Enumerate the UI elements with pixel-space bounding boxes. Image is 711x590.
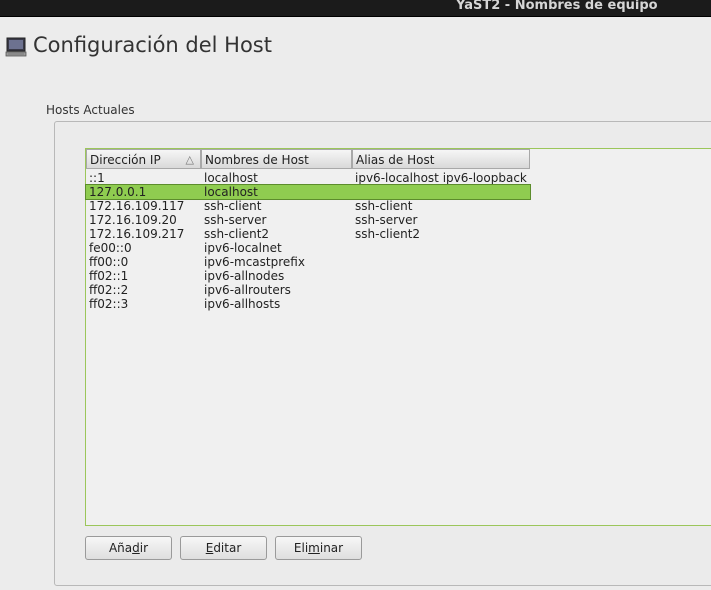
table-row[interactable]: ff02::2 ipv6-allrouters — [86, 283, 530, 297]
table-body: ::1 localhost ipv6-localhost ipv6-loopba… — [85, 171, 531, 311]
cell-alias: ssh-client — [355, 199, 413, 213]
column-header-ip[interactable]: Dirección IP △ — [86, 149, 201, 169]
column-header-alias[interactable]: Alias de Host — [352, 149, 530, 169]
cell-hostname: ipv6-mcastprefix — [204, 255, 305, 269]
table-row[interactable]: fe00::0 ipv6-localnet — [86, 241, 530, 255]
cell-ip: fe00::0 — [89, 241, 132, 255]
table-row[interactable]: ff00::0 ipv6-mcastprefix — [86, 255, 530, 269]
computer-monitor-icon — [5, 37, 27, 57]
edit-button[interactable]: Editar — [180, 536, 267, 560]
group-label: Hosts Actuales — [46, 103, 135, 117]
cell-hostname: ssh-client — [204, 199, 262, 213]
table-row[interactable]: 172.16.109.217 ssh-client2 ssh-client2 — [86, 227, 530, 241]
page-title: Configuración del Host — [33, 33, 272, 57]
delete-button[interactable]: Eliminar — [275, 536, 362, 560]
cell-ip: 172.16.109.20 — [89, 213, 177, 227]
cell-hostname: ssh-server — [204, 213, 267, 227]
table-row-selected[interactable]: 127.0.0.1 localhost — [85, 184, 531, 200]
table-header: Dirección IP △ Nombres de Host Alias de … — [86, 149, 530, 170]
cell-ip: 127.0.0.1 — [89, 185, 147, 199]
cell-ip: 172.16.109.217 — [89, 227, 185, 241]
cell-ip: ff02::2 — [89, 283, 129, 297]
cell-hostname: ipv6-allrouters — [204, 283, 291, 297]
cell-ip: ff02::1 — [89, 269, 129, 283]
column-header-label: Nombres de Host — [205, 153, 309, 167]
cell-hostname: ipv6-localnet — [204, 241, 282, 255]
column-header-label: Alias de Host — [356, 153, 435, 167]
cell-hostname: ipv6-allnodes — [204, 269, 285, 283]
cell-hostname: ipv6-allhosts — [204, 297, 281, 311]
cell-hostname: ssh-client2 — [204, 227, 270, 241]
cell-hostname: localhost — [204, 171, 258, 185]
cell-ip: ff02::3 — [89, 297, 129, 311]
table-row[interactable]: ff02::3 ipv6-allhosts — [86, 297, 530, 311]
column-header-label: Dirección IP — [90, 153, 161, 167]
cell-alias: ssh-client2 — [355, 227, 421, 241]
cell-alias: ipv6-localhost ipv6-loopback — [355, 171, 527, 185]
sort-ascending-icon: △ — [185, 153, 194, 166]
add-button[interactable]: Añadir — [85, 536, 172, 560]
cell-alias: ssh-server — [355, 213, 418, 227]
window-title: YaST2 - Nombres de equipo — [456, 0, 658, 13]
column-header-hostname[interactable]: Nombres de Host — [201, 149, 352, 169]
table-row[interactable]: ff02::1 ipv6-allnodes — [86, 269, 530, 283]
cell-ip: ff00::0 — [89, 255, 129, 269]
cell-hostname: localhost — [204, 185, 258, 199]
window-titlebar: YaST2 - Nombres de equipo — [0, 0, 711, 17]
table-row[interactable]: ::1 localhost ipv6-localhost ipv6-loopba… — [86, 171, 530, 185]
table-row[interactable]: 172.16.109.20 ssh-server ssh-server — [86, 213, 530, 227]
cell-ip: 172.16.109.117 — [89, 199, 185, 213]
cell-ip: ::1 — [89, 171, 105, 185]
table-row[interactable]: 172.16.109.117 ssh-client ssh-client — [86, 199, 530, 213]
